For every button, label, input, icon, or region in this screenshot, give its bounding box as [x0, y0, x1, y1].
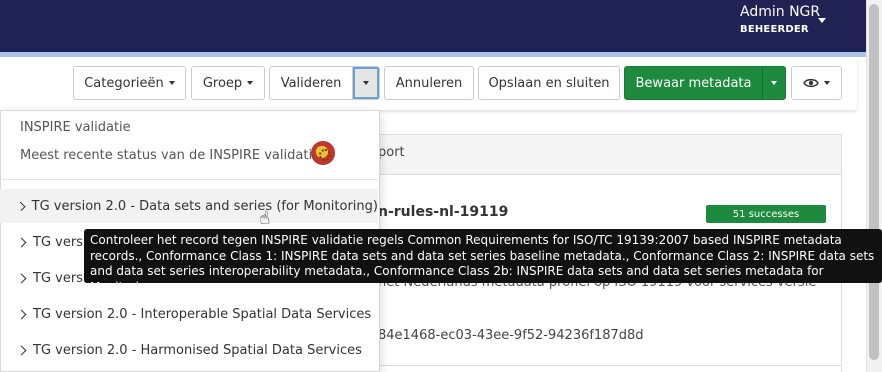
- chevron-right-icon: [16, 309, 27, 319]
- view-mode-button[interactable]: [791, 66, 842, 100]
- group-button[interactable]: Groep: [191, 66, 265, 100]
- menu-item-tg-harmonised-services[interactable]: TG version 2.0 - Harmonised Spatial Data…: [0, 333, 378, 367]
- success-badge: 51 successes: [706, 205, 826, 223]
- menu-item-label: TG version 2.0 - Interoperable Spatial D…: [33, 306, 372, 322]
- save-options-toggle[interactable]: [762, 66, 786, 100]
- menu-item-label: TG version 2.0 - Harmonised Spatial Data…: [33, 342, 362, 358]
- validate-button[interactable]: Valideren: [269, 66, 353, 100]
- user-menu-caret-icon[interactable]: [818, 18, 826, 23]
- rules-title: n-rules-nl-19119: [378, 204, 509, 220]
- user-name: Admin NGR: [740, 4, 821, 20]
- validation-status-icon: [311, 141, 335, 165]
- menu-item-label: TG version 2.0 - Data sets and series (f…: [31, 198, 378, 214]
- validate-dropdown-toggle[interactable]: [352, 66, 380, 100]
- save-close-label: Opslaan en sluiten: [488, 75, 610, 91]
- categories-button[interactable]: Categorieën: [73, 66, 186, 100]
- eye-icon: [803, 78, 819, 88]
- scrollbar-thumb[interactable]: [869, 4, 879, 360]
- chevron-right-icon: [16, 237, 27, 247]
- cancel-label: Annuleren: [395, 75, 463, 91]
- top-navbar: [0, 0, 866, 52]
- user-menu[interactable]: Admin NGR BEHEERDER: [740, 4, 820, 35]
- chevron-right-icon: [16, 273, 27, 283]
- save-and-close-button[interactable]: Opslaan en sluiten: [478, 66, 620, 100]
- validate-label: Valideren: [280, 75, 342, 91]
- chevron-down-icon: [824, 81, 830, 85]
- record-uuid: 84e1468-ec03-43ee-9f52-94236f187d8d: [378, 328, 644, 343]
- menu-item-tg-datasets-monitoring[interactable]: TG version 2.0 - Data sets and series (f…: [0, 189, 378, 223]
- chevron-down-icon: [771, 81, 777, 85]
- divider: [378, 365, 842, 366]
- save-metadata-button[interactable]: Bewaar metadata: [624, 66, 763, 100]
- dropdown-divider: [0, 179, 378, 180]
- user-role: BEHEERDER: [740, 24, 809, 35]
- menu-item-tg-interoperable-services[interactable]: TG version 2.0 - Interoperable Spatial D…: [0, 297, 378, 331]
- chevron-right-icon: [16, 201, 26, 211]
- panel-heading: [379, 135, 841, 175]
- chevron-down-icon: [168, 81, 175, 85]
- cancel-button[interactable]: Annuleren: [384, 66, 474, 100]
- save-metadata-label: Bewaar metadata: [635, 75, 752, 91]
- categories-label: Categorieën: [84, 75, 164, 91]
- chevron-right-icon: [16, 345, 27, 355]
- dropdown-header: INSPIRE validatie: [20, 120, 131, 135]
- chevron-down-icon: [247, 81, 254, 85]
- chevron-down-icon: [363, 81, 369, 85]
- validation-tooltip: Controleer het record tegen INSPIRE vali…: [84, 229, 882, 283]
- panel-title: port: [378, 145, 405, 160]
- group-label: Groep: [202, 75, 243, 91]
- validation-status-label: Meest recente status van de INSPIRE vali…: [20, 148, 321, 163]
